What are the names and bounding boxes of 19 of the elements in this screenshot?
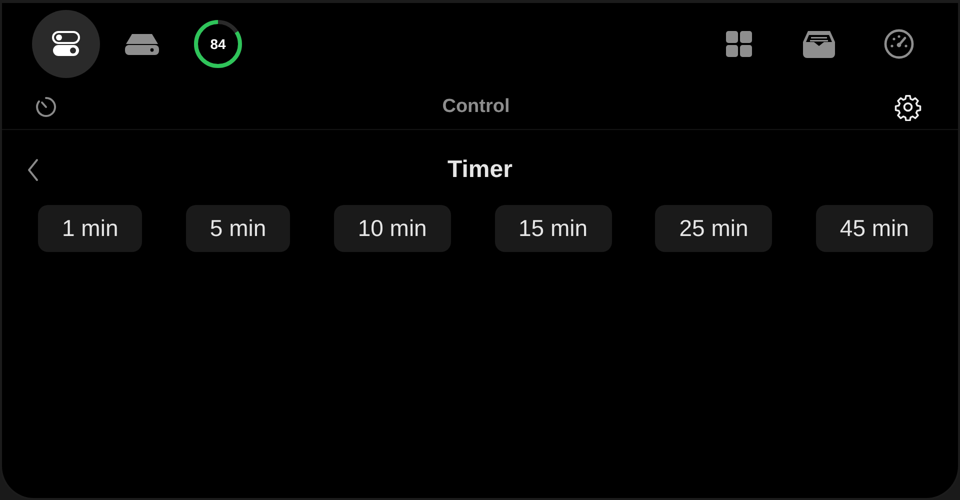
gauge-icon [884, 29, 914, 59]
grid-icon [726, 31, 752, 57]
timer-option-button[interactable]: 5 min [186, 205, 290, 252]
ring-value: 84 [210, 36, 226, 52]
tray-icon [802, 30, 836, 58]
timer-icon[interactable] [34, 95, 58, 119]
header-title: Control [442, 96, 510, 118]
panel-title: Timer [448, 156, 512, 184]
drive-icon [125, 33, 159, 55]
timer-option-button[interactable]: 10 min [334, 205, 451, 252]
timer-option-button[interactable]: 15 min [494, 205, 612, 252]
timer-option-button[interactable]: 45 min [816, 205, 933, 252]
settings-icon[interactable] [894, 93, 922, 121]
timer-option-button[interactable]: 1 min [38, 205, 142, 252]
back-icon[interactable] [27, 158, 39, 182]
progress-ring [193, 19, 243, 69]
tab[interactable]: 84 [184, 10, 252, 78]
toggles-icon [52, 30, 80, 58]
timer-option-button[interactable]: 25 min [655, 205, 772, 252]
